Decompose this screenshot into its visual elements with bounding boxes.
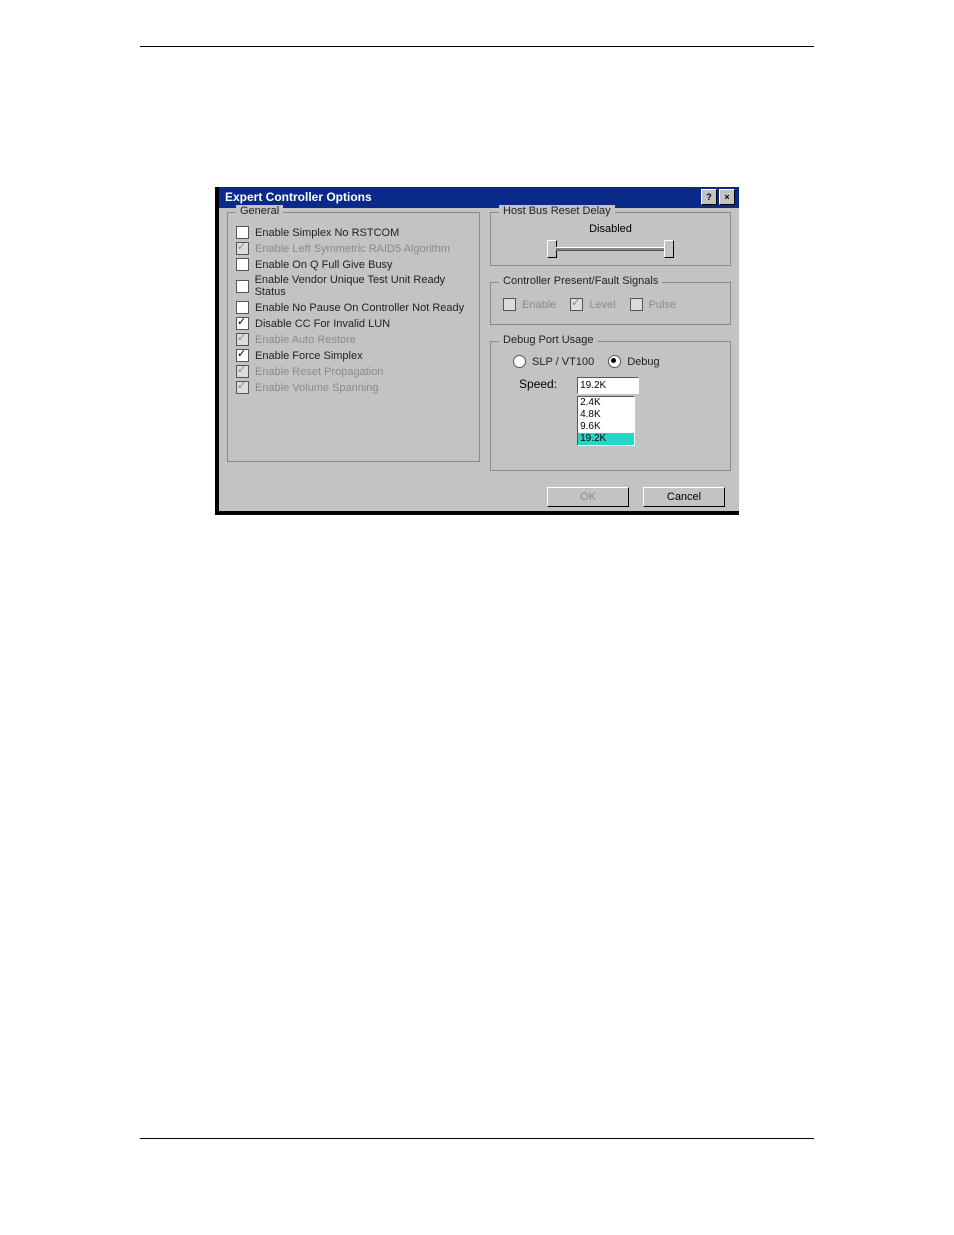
window-title: Expert Controller Options	[225, 190, 372, 204]
titlebar-buttons: ? ×	[701, 189, 735, 205]
checkbox-icon[interactable]	[236, 280, 249, 293]
checkbox-icon[interactable]	[236, 349, 249, 362]
ok-button: OK	[547, 487, 629, 507]
dialog-buttons: OK Cancel	[219, 487, 739, 511]
titlebar: Expert Controller Options ? ×	[219, 187, 739, 208]
help-icon[interactable]: ?	[701, 189, 717, 205]
radio-icon[interactable]	[608, 355, 621, 368]
label: Debug	[627, 356, 659, 368]
label: Enable On Q Full Give Busy	[255, 259, 393, 271]
opt-disable-cc[interactable]: Disable CC For Invalid LUN	[236, 317, 471, 330]
group-general: General Enable Simplex No RSTCOM Enable …	[227, 212, 480, 462]
list-item[interactable]: 4.8K	[578, 409, 634, 421]
opt-no-pause[interactable]: Enable No Pause On Controller Not Ready	[236, 301, 471, 314]
speed-label: Speed:	[519, 377, 557, 391]
opt-simplex-no-rstcom[interactable]: Enable Simplex No RSTCOM	[236, 226, 471, 239]
checkbox-icon[interactable]	[236, 258, 249, 271]
dialog-body: General Enable Simplex No RSTCOM Enable …	[219, 208, 739, 487]
label: Enable No Pause On Controller Not Ready	[255, 302, 464, 314]
checkbox-icon[interactable]	[236, 226, 249, 239]
group-controller-signals: Controller Present/Fault Signals Enable …	[490, 282, 731, 325]
radio-slp-vt100[interactable]: SLP / VT100	[513, 355, 594, 368]
label: Enable Force Simplex	[255, 350, 363, 362]
signals-enable: Enable	[503, 298, 556, 311]
checkbox-icon	[236, 365, 249, 378]
group-general-label: General	[236, 205, 283, 217]
radio-icon[interactable]	[513, 355, 526, 368]
checkbox-icon	[503, 298, 516, 311]
checkbox-icon	[236, 333, 249, 346]
opt-left-symmetric-raid5: Enable Left Symmetric RAID5 Algorithm	[236, 242, 471, 255]
host-bus-status: Disabled	[499, 223, 722, 235]
speed-listbox[interactable]: 2.4K 4.8K 9.6K 19.2K	[577, 396, 635, 446]
label: Enable Reset Propagation	[255, 366, 383, 378]
label: Enable Simplex No RSTCOM	[255, 227, 399, 239]
opt-auto-restore: Enable Auto Restore	[236, 333, 471, 346]
signals-pulse: Pulse	[630, 298, 677, 311]
cancel-button[interactable]: Cancel	[643, 487, 725, 507]
label: Enable Left Symmetric RAID5 Algorithm	[255, 243, 450, 255]
opt-force-simplex[interactable]: Enable Force Simplex	[236, 349, 471, 362]
group-debug-port: Debug Port Usage SLP / VT100 Debug Speed…	[490, 341, 731, 471]
label: SLP / VT100	[532, 356, 594, 368]
label: Level	[589, 299, 615, 311]
page-bottom-rule	[140, 1138, 814, 1139]
close-icon[interactable]: ×	[719, 189, 735, 205]
group-signals-label: Controller Present/Fault Signals	[499, 275, 662, 287]
dialog-window: Expert Controller Options ? × General En…	[215, 187, 739, 515]
label: Enable Auto Restore	[255, 334, 356, 346]
opt-volume-spanning: Enable Volume Spanning	[236, 381, 471, 394]
label: Enable Vendor Unique Test Unit Ready Sta…	[255, 274, 471, 298]
list-item[interactable]: 19.2K	[578, 433, 634, 445]
signals-level: Level	[570, 298, 615, 311]
checkbox-icon[interactable]	[236, 301, 249, 314]
group-host-bus-reset-delay: Host Bus Reset Delay Disabled	[490, 212, 731, 266]
radio-debug[interactable]: Debug	[608, 355, 659, 368]
label: Disable CC For Invalid LUN	[255, 318, 390, 330]
checkbox-icon[interactable]	[236, 317, 249, 330]
list-item[interactable]: 2.4K	[578, 397, 634, 409]
opt-q-full-busy[interactable]: Enable On Q Full Give Busy	[236, 258, 471, 271]
group-host-bus-label: Host Bus Reset Delay	[499, 205, 615, 217]
label: Enable Volume Spanning	[255, 382, 379, 394]
opt-vendor-test-unit[interactable]: Enable Vendor Unique Test Unit Ready Sta…	[236, 274, 471, 298]
checkbox-icon	[236, 381, 249, 394]
host-bus-slider[interactable]	[499, 241, 722, 257]
list-item[interactable]: 9.6K	[578, 421, 634, 433]
slider-track-line	[556, 247, 666, 251]
label: Enable	[522, 299, 556, 311]
label: Pulse	[649, 299, 677, 311]
opt-reset-propagation: Enable Reset Propagation	[236, 365, 471, 378]
page-top-rule	[140, 46, 814, 47]
speed-input[interactable]: 19.2K	[577, 377, 639, 394]
group-debug-label: Debug Port Usage	[499, 334, 598, 346]
checkbox-icon	[236, 242, 249, 255]
checkbox-icon	[570, 298, 583, 311]
checkbox-icon	[630, 298, 643, 311]
slider-thumb-right[interactable]	[664, 240, 674, 258]
